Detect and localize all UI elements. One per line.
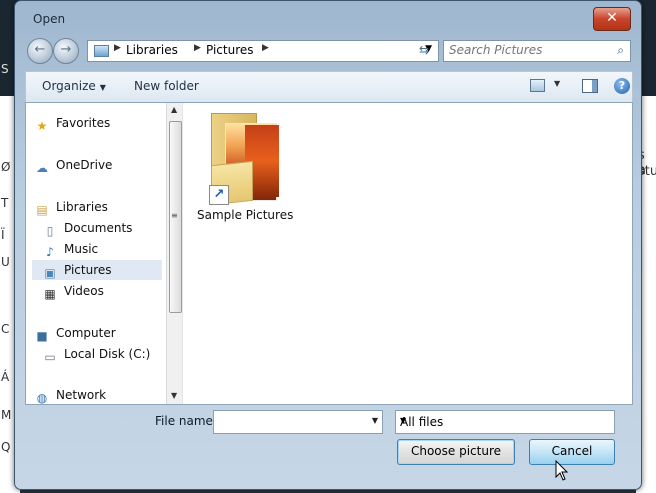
- command-toolbar: Organize ▼ New folder ▼ ?: [25, 71, 633, 103]
- file-list: ↗ Sample Pictures: [183, 103, 632, 404]
- search-input[interactable]: [444, 41, 609, 59]
- nav-item-label: Documents: [64, 221, 133, 235]
- pictures-icon: ▣: [44, 266, 56, 280]
- organize-label: Organize: [42, 79, 96, 93]
- dialog-title: Open: [33, 12, 66, 26]
- chevron-down-icon: ▼: [99, 83, 106, 92]
- change-view-icon[interactable]: [530, 79, 545, 92]
- background-text: U: [1, 255, 10, 269]
- library-icon: ▤: [36, 203, 48, 217]
- nav-item-videos[interactable]: ▦ Videos: [42, 281, 162, 301]
- nav-item-local-disk[interactable]: ▭ Local Disk (C:): [42, 344, 162, 364]
- help-icon[interactable]: ?: [614, 78, 630, 94]
- nav-item-pictures[interactable]: ▣ Pictures: [32, 260, 162, 280]
- background-text: Ø: [1, 160, 11, 174]
- preview-pane-icon[interactable]: [582, 79, 598, 93]
- nav-item-label: Libraries: [56, 200, 108, 214]
- star-icon: ★: [36, 119, 48, 133]
- nav-item-label: Computer: [56, 326, 116, 340]
- breadcrumb-arrow-icon[interactable]: ▶: [114, 43, 121, 53]
- scroll-down-icon[interactable]: ▼: [171, 391, 177, 400]
- network-icon: ◍: [36, 391, 48, 405]
- breadcrumb-arrow-icon[interactable]: ▶: [262, 43, 269, 53]
- background-text: T: [1, 196, 9, 210]
- forward-button[interactable]: →: [53, 38, 79, 64]
- new-folder-label: New folder: [134, 79, 199, 93]
- nav-item-libraries[interactable]: ▤ Libraries: [34, 197, 162, 217]
- back-arrow-icon: ←: [34, 42, 46, 57]
- refresh-icon: ⇆: [418, 43, 430, 57]
- chevron-down-icon[interactable]: ▼: [400, 416, 609, 425]
- chevron-down-icon[interactable]: ▼: [372, 416, 378, 425]
- search-icon[interactable]: ⌕: [617, 43, 624, 58]
- nav-item-label: OneDrive: [56, 158, 113, 172]
- refresh-button[interactable]: ⇆: [413, 40, 435, 60]
- file-name-input[interactable]: [214, 411, 363, 431]
- new-folder-button[interactable]: New folder: [134, 79, 199, 93]
- close-icon: ✕: [606, 10, 618, 26]
- back-button[interactable]: ←: [27, 38, 53, 64]
- nav-item-label: Network: [56, 388, 107, 402]
- folder-item-sample-pictures[interactable]: ↗: [209, 109, 299, 219]
- scroll-grip-icon: ≡: [171, 211, 178, 220]
- nav-scrollbar[interactable]: ▲ ≡ ▼: [166, 103, 183, 404]
- nav-item-computer[interactable]: ■ Computer: [34, 323, 162, 343]
- open-dialog: Open ✕ ← → ▶ Libraries ▶ Pictures ▶ ▼ ⇆ …: [14, 0, 642, 490]
- browser-area: ★ Favorites ☁ OneDrive ▤ Libraries ▯ Documen…: [25, 102, 633, 405]
- nav-item-documents[interactable]: ▯ Documents: [42, 218, 162, 238]
- nav-item-label: Pictures: [64, 263, 112, 277]
- nav-item-network[interactable]: ◍ Network: [34, 385, 162, 405]
- nav-item-label: Videos: [64, 284, 104, 298]
- background-text: Á: [1, 370, 10, 384]
- scroll-up-icon[interactable]: ▲: [171, 105, 177, 114]
- video-icon: ▦: [44, 287, 56, 301]
- nav-item-label: Favorites: [56, 116, 111, 130]
- computer-icon: ■: [36, 329, 48, 343]
- breadcrumb-arrow-icon[interactable]: ▶: [194, 43, 201, 53]
- cancel-button[interactable]: Cancel: [529, 439, 615, 465]
- music-icon: ♪: [46, 245, 54, 259]
- background-text: Q: [1, 440, 11, 454]
- breadcrumb-pictures[interactable]: Pictures: [206, 43, 254, 57]
- folder-label[interactable]: Sample Pictures: [197, 208, 307, 222]
- close-button[interactable]: ✕: [593, 7, 631, 31]
- chevron-down-icon[interactable]: ▼: [554, 79, 560, 88]
- address-bar[interactable]: ▶ Libraries ▶ Pictures ▶ ▼: [87, 40, 439, 62]
- file-name-combobox[interactable]: ▼: [213, 410, 383, 434]
- background-text: M: [1, 408, 12, 422]
- breadcrumb-libraries[interactable]: Libraries: [126, 43, 178, 57]
- navigation-pane: ★ Favorites ☁ OneDrive ▤ Libraries ▯ Documen…: [26, 103, 183, 405]
- file-type-select[interactable]: All files ▼: [395, 410, 615, 434]
- nav-item-onedrive[interactable]: ☁ OneDrive: [34, 155, 162, 175]
- nav-item-favorites[interactable]: ★ Favorites: [34, 113, 162, 133]
- shortcut-arrow-icon: ↗: [209, 185, 229, 205]
- forward-arrow-icon: →: [60, 42, 72, 57]
- background-text: C: [1, 322, 10, 336]
- document-icon: ▯: [46, 224, 54, 238]
- background-text: Ï: [1, 228, 5, 242]
- nav-item-label: Music: [64, 242, 99, 256]
- nav-item-music[interactable]: ♪ Music: [42, 239, 162, 259]
- organize-button[interactable]: Organize ▼: [42, 79, 106, 93]
- library-pictures-icon: [94, 45, 109, 57]
- file-name-label: File name:: [155, 414, 217, 428]
- nav-item-label: Local Disk (C:): [64, 347, 151, 361]
- choose-picture-button[interactable]: Choose picture: [397, 439, 515, 465]
- cloud-icon: ☁: [36, 161, 48, 175]
- navigation-bar: ← → ▶ Libraries ▶ Pictures ▶ ▼ ⇆ ⌕: [25, 37, 631, 65]
- search-box[interactable]: ⌕: [443, 40, 631, 62]
- background-text: S: [1, 62, 9, 76]
- disk-icon: ▭: [44, 350, 56, 364]
